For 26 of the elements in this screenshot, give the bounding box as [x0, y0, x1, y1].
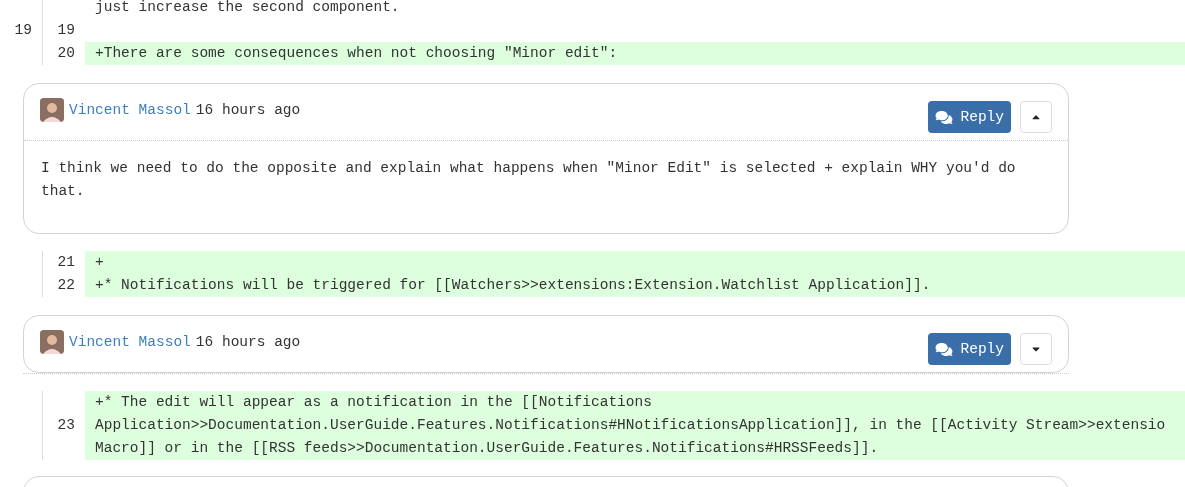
reply-button[interactable]: Reply [928, 101, 1011, 133]
comments-icon [935, 341, 954, 357]
collapse-button[interactable] [1020, 101, 1052, 133]
code-text: +* Notifications will be triggered for [[Watchers>>extensions:Extension.Watchlist Application]]. [95, 277, 931, 293]
line-number: 21 [57, 253, 75, 272]
expand-button[interactable] [1020, 333, 1052, 365]
line-number: 22 [57, 276, 75, 295]
line-number: 19 [57, 21, 75, 40]
line-number: 23 [57, 416, 75, 435]
code-text: + [95, 254, 104, 270]
comment-time: 16 hours ago [195, 100, 301, 120]
author-link[interactable]: Vincent Massol [69, 98, 191, 122]
line-number: 19 [14, 21, 32, 40]
avatar-icon [40, 330, 64, 354]
comments-icon [935, 109, 954, 125]
line-number: 20 [57, 44, 75, 63]
code-text: Application>>Documentation.UserGuide.Features.Notifications#HNotificationsApplication]], in the [[Activity Stream>>extensio [95, 417, 1166, 433]
code-text: +There are some consequences when not choosing "Minor edit": [95, 45, 618, 61]
code-text: Macro]] or in the [[RSS feeds>>Documentation.UserGuide.Features.Notifications#HRSSFeeds]]. [95, 440, 879, 456]
author-link[interactable]: Vincent Massol [69, 330, 191, 354]
code-text: +* The edit will appear as a notification in the [[Notifications [95, 394, 652, 410]
reply-button[interactable]: Reply [928, 333, 1011, 365]
code-text: just increase the second component. [95, 0, 400, 15]
comment-time: 16 hours ago [195, 332, 301, 352]
comment-text: I think we need to do the opposite and explain what happens when "Minor Edit" is selected + explain WHY you'd do that. [41, 159, 1017, 201]
avatar-icon [40, 98, 64, 122]
